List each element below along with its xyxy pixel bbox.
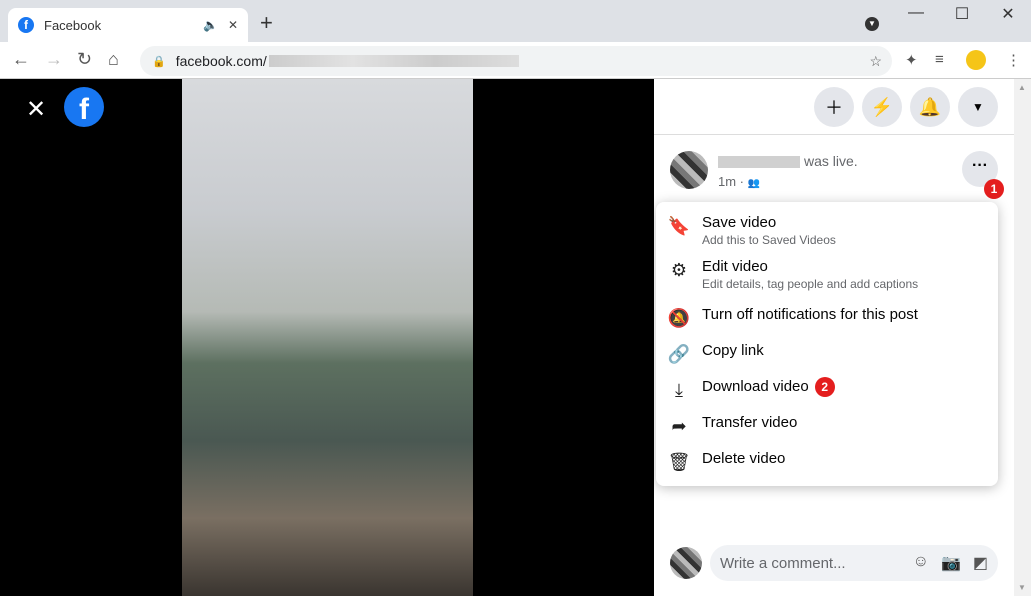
menu-label: Transfer video [702, 414, 798, 431]
account-button[interactable]: ▼ [958, 87, 998, 127]
close-window-icon[interactable]: ✕ [985, 4, 1031, 24]
browser-tab[interactable]: f Facebook 🔈 ✕ [8, 8, 248, 42]
comment-input[interactable]: Write a comment... ☺ 📷 ◩ [710, 545, 998, 581]
avatar[interactable] [670, 151, 708, 189]
create-button[interactable]: ＋ [814, 87, 854, 127]
reload-icon[interactable]: ↻ [77, 49, 92, 70]
home-icon[interactable]: ⌂ [108, 49, 119, 70]
close-tab-icon[interactable]: ✕ [228, 18, 238, 32]
speaker-icon[interactable]: 🔈 [203, 18, 218, 32]
divider [654, 134, 1014, 135]
forward-icon[interactable]: → [45, 49, 63, 70]
menu-kebab-icon[interactable]: ⋮ [1006, 51, 1021, 69]
menu-label: Delete video [702, 450, 786, 467]
post-status: was live. [804, 153, 858, 169]
messenger-button[interactable]: ⚡ [862, 87, 902, 127]
emoji-icon[interactable]: ☺ [913, 553, 929, 573]
menu-item-copy-link[interactable]: 🔗 Copy link [656, 342, 998, 365]
step-badge-2: 2 [814, 377, 835, 397]
minimize-icon[interactable]: — [893, 4, 939, 24]
tab-search-icon[interactable]: ▼ [865, 17, 879, 31]
friends-icon: 👥 [747, 178, 761, 189]
profile-avatar[interactable] [966, 50, 986, 70]
menu-item-delete-video[interactable]: 🗑 Delete video [656, 450, 998, 473]
tab-strip: f Facebook 🔈 ✕ + ▼ — ☐ ✕ [0, 0, 1031, 42]
menu-label: Download video [702, 378, 809, 395]
share-arrow-icon: ➦ [671, 416, 687, 436]
bell-off-icon: 🔕 [667, 308, 691, 328]
sticker-icon[interactable]: ◩ [973, 553, 988, 573]
facebook-favicon-icon: f [18, 17, 34, 33]
bookmark-star-icon[interactable]: ☆ [869, 53, 882, 70]
scrollbar[interactable]: ▲ ▼ [1014, 79, 1031, 596]
facebook-logo[interactable]: f [64, 87, 104, 127]
url-blurred [268, 55, 519, 67]
author-name-blurred[interactable] [718, 156, 800, 169]
notifications-button[interactable]: 🔔 [910, 87, 950, 127]
link-icon: 🔗 [667, 344, 691, 364]
menu-sublabel: Add this to Saved Videos [702, 233, 836, 247]
camera-icon[interactable]: 📷 [941, 553, 961, 573]
url-text: facebook.com/ [175, 53, 267, 69]
menu-label: Save video [702, 214, 777, 231]
address-bar[interactable]: 🔒 facebook.com/ ☆ [140, 46, 892, 76]
tab-title: Facebook [44, 17, 102, 33]
window-controls: — ☐ ✕ [893, 4, 1031, 24]
menu-label: Turn off notifications for this post [702, 306, 918, 323]
post-author: was live. [718, 153, 858, 169]
media-icon[interactable]: ≡ [935, 51, 944, 68]
trash-icon: 🗑 [667, 452, 691, 472]
menu-sublabel: Edit details, tag people and add caption… [702, 277, 919, 291]
bookmark-icon: 🔖 [667, 216, 691, 236]
gears-icon: ⚙ [670, 260, 688, 280]
menu-item-download-video[interactable]: ⤓ Download video 2 [656, 377, 998, 401]
maximize-icon[interactable]: ☐ [939, 4, 985, 24]
post-meta: 1m · 👥 [718, 174, 760, 189]
menu-item-transfer-video[interactable]: ➦ Transfer video [656, 414, 998, 437]
menu-item-edit-video[interactable]: ⚙ Edit video Edit details, tag people and … [656, 258, 998, 291]
video-frame [182, 79, 473, 596]
lock-icon: 🔒 [152, 55, 166, 68]
back-icon[interactable]: ← [12, 49, 30, 70]
video-player[interactable]: ✕ f [0, 79, 654, 596]
new-tab-button[interactable]: + [260, 10, 273, 36]
comment-placeholder: Write a comment... [720, 554, 846, 572]
download-icon: ⤓ [675, 380, 683, 400]
browser-toolbar: ← → ↻ ⌂ 🔒 facebook.com/ ☆ ✦ ≡ ⋮ [0, 42, 1031, 79]
post-time[interactable]: 1m · [718, 174, 744, 189]
post-options-menu: 🔖 Save video Add this to Saved Videos ⚙ Edi… [656, 202, 998, 486]
close-icon[interactable]: ✕ [26, 95, 46, 124]
extensions-icon[interactable]: ✦ [905, 51, 918, 69]
menu-label: Copy link [702, 342, 764, 359]
step-badge-1: 1 [984, 179, 1004, 199]
menu-item-save-video[interactable]: 🔖 Save video Add this to Saved Videos [656, 214, 998, 247]
menu-item-turn-off-notifications[interactable]: 🔕 Turn off notifications for this post [656, 306, 998, 329]
commenter-avatar [670, 547, 702, 579]
menu-label: Edit video [702, 258, 768, 275]
